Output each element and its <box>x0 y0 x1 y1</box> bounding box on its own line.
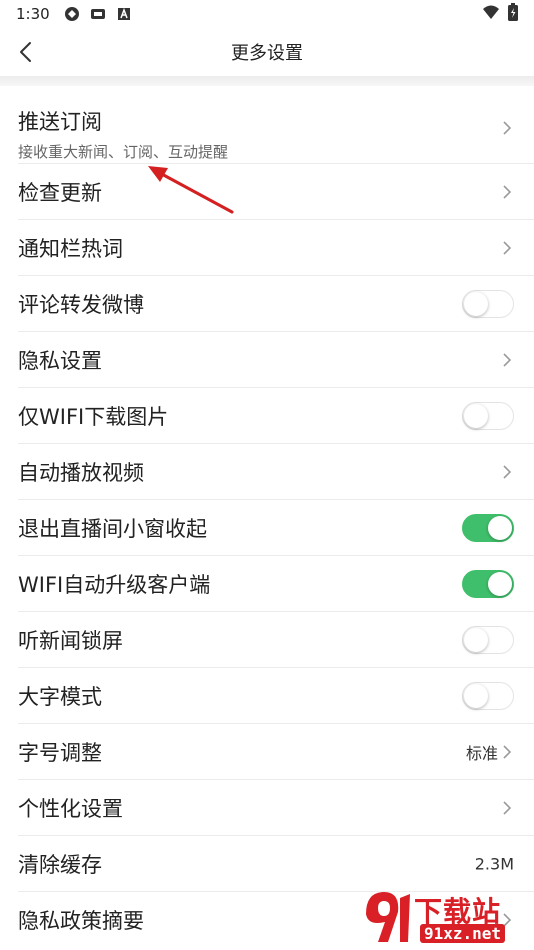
setting-clear-cache[interactable]: 清除缓存 2.3M <box>0 836 534 892</box>
nav-divider <box>0 76 534 86</box>
setting-large-text-mode: 大字模式 <box>0 668 534 724</box>
toggle-switch[interactable] <box>462 514 514 542</box>
setting-personalization[interactable]: 个性化设置 <box>0 780 534 836</box>
chevron-right-icon <box>503 913 512 927</box>
setting-label: 清除缓存 <box>18 853 102 877</box>
chevron-right-icon <box>503 801 512 815</box>
setting-description: 接收重大新闻、订阅、互动提醒 <box>18 143 229 161</box>
toggle-switch[interactable] <box>462 570 514 598</box>
toggle-knob <box>464 292 488 316</box>
setting-label: 自动播放视频 <box>18 461 144 485</box>
toggle-knob <box>488 572 512 596</box>
setting-label: 隐私政策摘要 <box>18 909 144 933</box>
cache-size-value: 2.3M <box>474 854 514 874</box>
navigation-bar: 更多设置 <box>0 28 534 76</box>
toggle-knob <box>464 404 488 428</box>
settings-list: 推送订阅 接收重大新闻、订阅、互动提醒 检查更新 通知栏热词 评论转发微博 隐私… <box>0 86 534 948</box>
battery-charging-icon <box>508 3 518 25</box>
toggle-switch[interactable] <box>462 682 514 710</box>
setting-label: 通知栏热词 <box>18 237 123 261</box>
page-title: 更多设置 <box>231 43 303 64</box>
toggle-knob <box>464 684 488 708</box>
setting-label: 字号调整 <box>18 741 102 765</box>
setting-listen-news-lockscreen: 听新闻锁屏 <box>0 612 534 668</box>
setting-privacy-policy-summary[interactable]: 隐私政策摘要 <box>0 892 534 948</box>
chevron-right-icon <box>503 745 512 759</box>
setting-label: 个性化设置 <box>18 797 123 821</box>
setting-label: 仅WIFI下载图片 <box>18 405 169 429</box>
setting-wifi-auto-upgrade: WIFI自动升级客户端 <box>0 556 534 612</box>
setting-font-size[interactable]: 字号调整 标准 <box>0 724 534 780</box>
status-time: 1:30 <box>16 5 50 23</box>
setting-label: 检查更新 <box>18 181 102 205</box>
setting-notification-hotwords[interactable]: 通知栏热词 <box>0 220 534 276</box>
wifi-icon <box>482 4 500 24</box>
toggle-switch[interactable] <box>462 290 514 318</box>
back-chevron-icon[interactable] <box>12 38 40 66</box>
setting-label: 推送订阅 <box>18 110 102 134</box>
status-bar: 1:30 <box>0 0 534 28</box>
toggle-switch[interactable] <box>462 402 514 430</box>
chevron-right-icon <box>503 185 512 199</box>
setting-label: 退出直播间小窗收起 <box>18 517 207 541</box>
setting-label: 听新闻锁屏 <box>18 629 123 653</box>
setting-value: 标准 <box>465 744 498 763</box>
toggle-switch[interactable] <box>462 626 514 654</box>
setting-label: WIFI自动升级客户端 <box>18 573 211 597</box>
setting-privacy[interactable]: 隐私设置 <box>0 332 534 388</box>
sync-icon <box>64 6 80 22</box>
setting-label: 大字模式 <box>18 685 102 709</box>
setting-label: 评论转发微博 <box>18 293 144 317</box>
toggle-knob <box>464 628 488 652</box>
chevron-right-icon <box>503 353 512 367</box>
setting-live-mini-window: 退出直播间小窗收起 <box>0 500 534 556</box>
toggle-knob <box>488 516 512 540</box>
setting-autoplay-video[interactable]: 自动播放视频 <box>0 444 534 500</box>
setting-label: 隐私设置 <box>18 349 102 373</box>
setting-wifi-only-images: 仅WIFI下载图片 <box>0 388 534 444</box>
a-icon <box>116 6 132 22</box>
chevron-right-icon <box>503 465 512 479</box>
chevron-right-icon <box>503 241 512 255</box>
chevron-right-icon <box>503 121 512 135</box>
setting-comment-repost-weibo: 评论转发微博 <box>0 276 534 332</box>
setting-push-subscription[interactable]: 推送订阅 接收重大新闻、订阅、互动提醒 <box>0 86 534 164</box>
setting-check-update[interactable]: 检查更新 <box>0 164 534 220</box>
app-notification-icon <box>90 6 106 22</box>
